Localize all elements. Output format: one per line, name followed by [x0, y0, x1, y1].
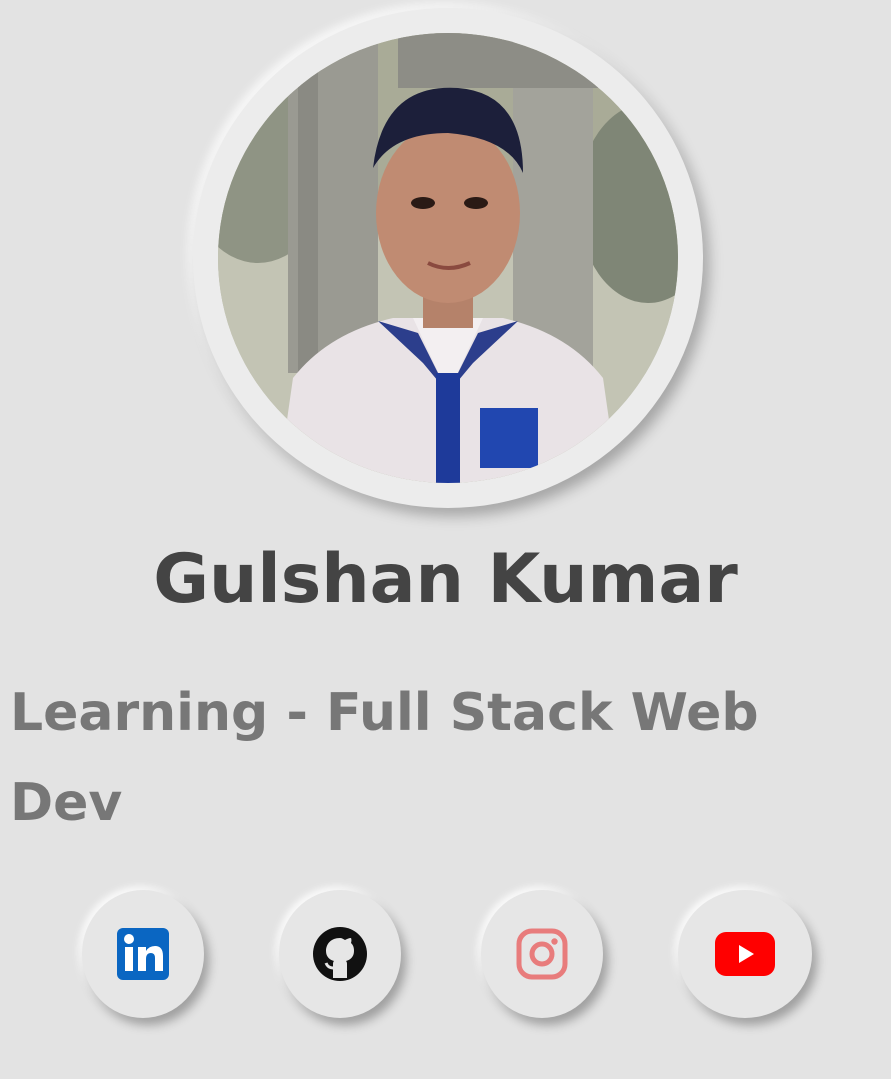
social-links: [0, 890, 891, 1030]
profile-photo: [218, 33, 678, 483]
profile-tagline: Learning - Full Stack Web Dev: [10, 683, 759, 833]
github-button[interactable]: [279, 890, 401, 1018]
linkedin-button[interactable]: [82, 890, 204, 1018]
github-icon: [312, 926, 368, 982]
avatar: [218, 33, 678, 483]
instagram-button[interactable]: [481, 890, 603, 1018]
instagram-icon: [516, 928, 568, 980]
profile-name: Gulshan Kumar: [153, 540, 738, 619]
youtube-button[interactable]: [678, 890, 812, 1018]
profile-card: Gulshan Kumar Learning - Full Stack Web …: [0, 0, 891, 1079]
linkedin-icon: [117, 928, 169, 980]
youtube-icon: [715, 932, 775, 976]
